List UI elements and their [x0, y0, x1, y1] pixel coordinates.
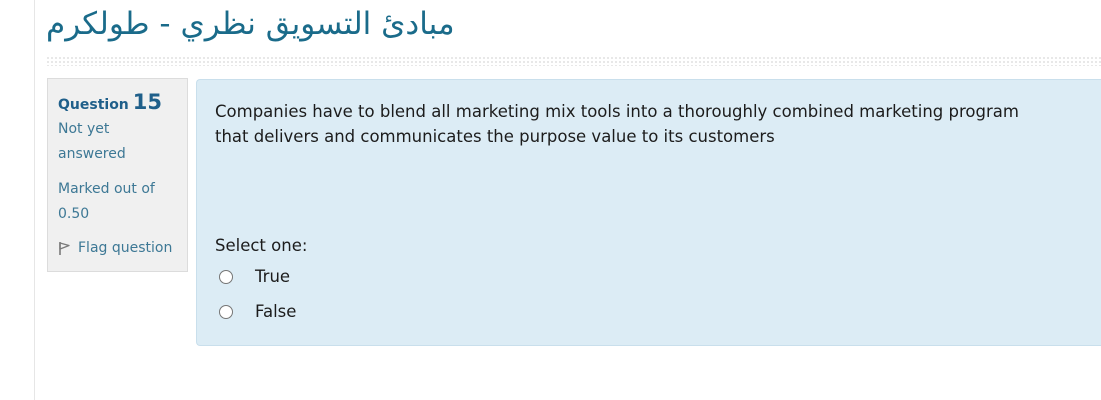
answer-option-true[interactable]: True — [219, 266, 290, 288]
title-divider — [46, 56, 1101, 66]
question-number-heading: Question 15 — [58, 87, 177, 117]
answer-label-true[interactable]: True — [255, 266, 290, 288]
flag-question-link[interactable]: Flag question — [58, 237, 177, 259]
answer-label-false[interactable]: False — [255, 301, 296, 323]
question-text-line-1: Companies have to blend all marketing mi… — [215, 102, 1019, 121]
question-text-line-2: that delivers and communicates the purpo… — [215, 127, 775, 146]
page-left-rule — [34, 0, 35, 400]
marked-out-of-value: 0.50 — [58, 206, 90, 222]
answer-option-false[interactable]: False — [219, 301, 296, 323]
radio-false[interactable] — [219, 305, 233, 319]
state-line-2: answered — [58, 146, 126, 162]
state-line-1: Not yet — [58, 121, 110, 137]
question-number: 15 — [132, 90, 163, 114]
question-label: Question — [58, 97, 129, 113]
question-state: Not yet answered — [58, 117, 177, 167]
course-title: مبادئ التسويق نظري - طولكرم — [46, 6, 455, 42]
radio-true[interactable] — [219, 270, 233, 284]
question-content-panel: Companies have to blend all marketing mi… — [196, 79, 1101, 346]
question-info-panel: Question 15 Not yet answered Marked out o… — [47, 78, 188, 272]
question-grade: Marked out of 0.50 — [58, 177, 177, 227]
flag-icon — [59, 241, 70, 255]
select-one-prompt: Select one: — [215, 236, 308, 255]
flag-question-label: Flag question — [78, 240, 173, 256]
question-text: Companies have to blend all marketing mi… — [215, 99, 1085, 149]
marked-out-of-label: Marked out of — [58, 181, 155, 197]
